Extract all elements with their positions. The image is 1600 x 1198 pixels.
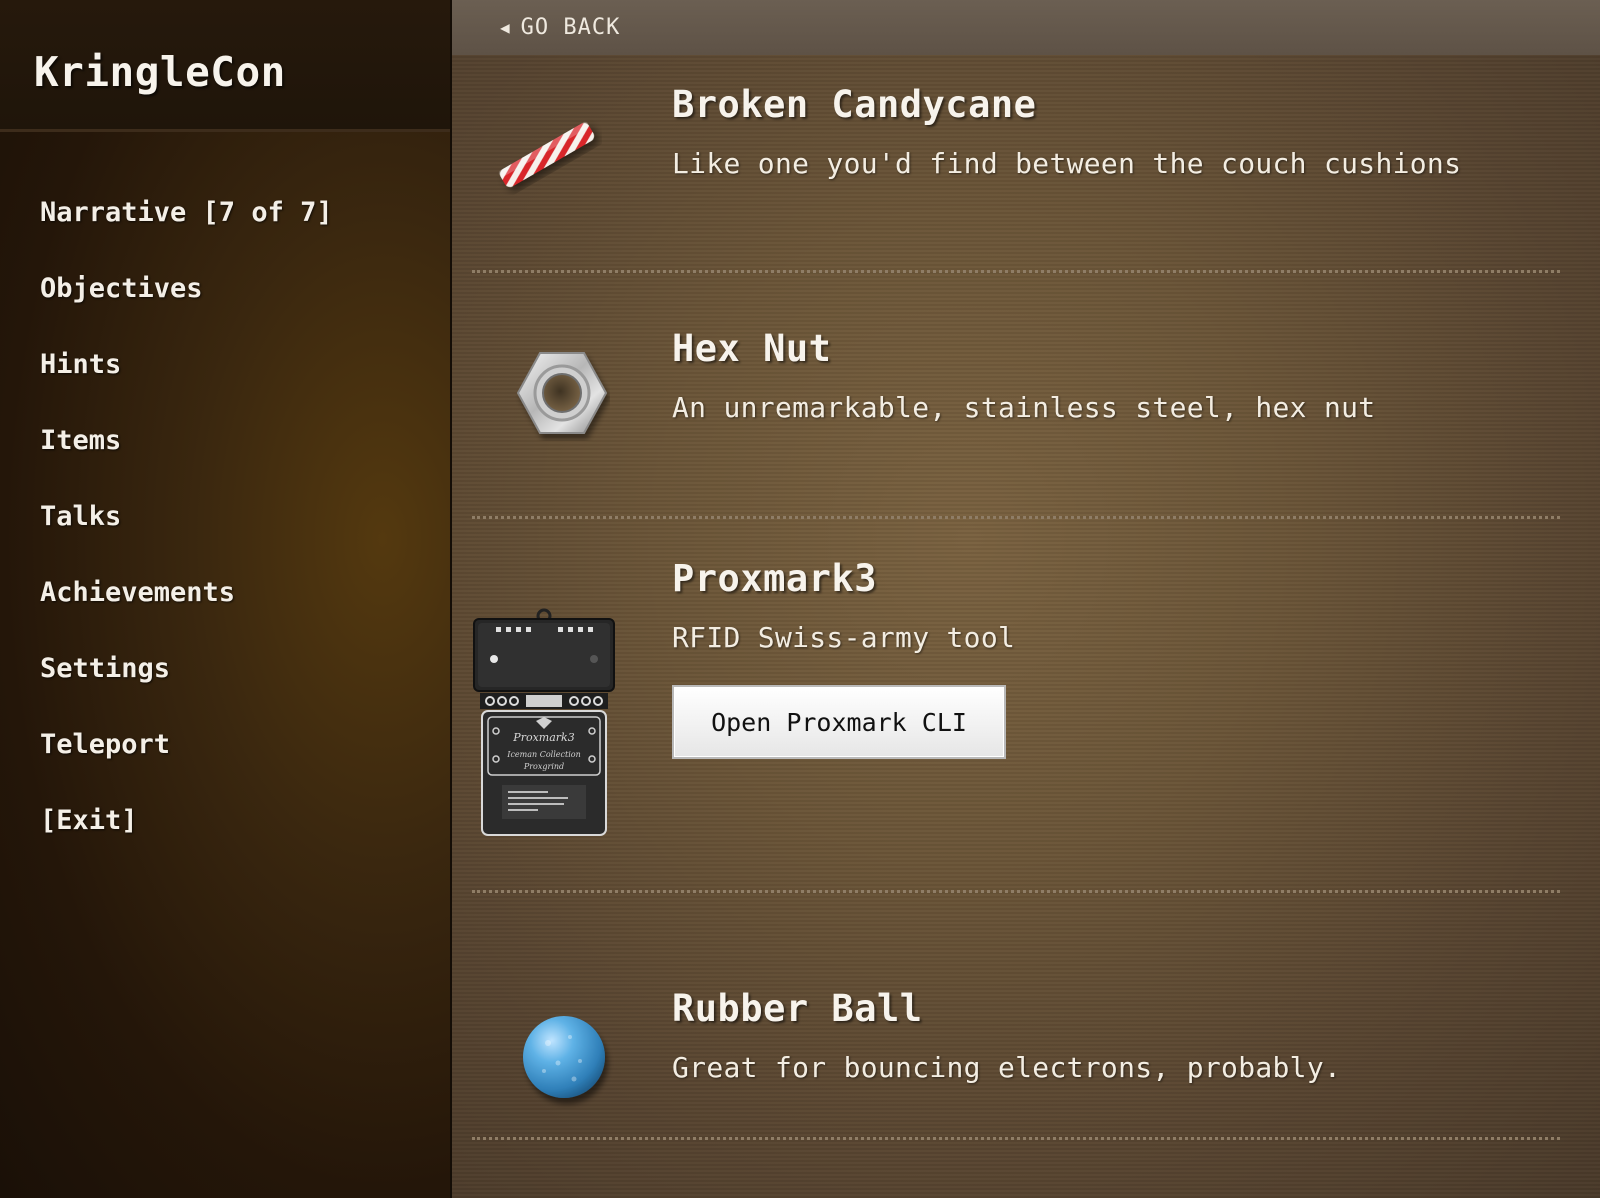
- sidebar-item-teleport[interactable]: Teleport: [40, 722, 333, 798]
- item-description: An unremarkable, stainless steel, hex nu…: [672, 391, 1376, 424]
- list-item-hex-nut: Hex Nut An unremarkable, stainless steel…: [472, 273, 1560, 519]
- sidebar-item-talks[interactable]: Talks: [40, 494, 333, 570]
- open-proxmark-cli-button[interactable]: Open Proxmark CLI: [672, 685, 1006, 759]
- items-panel: ◀ GO BACK Broken Candycane Like one you'…: [452, 0, 1600, 1198]
- list-item-rubber-ball: Rubber Ball Great for bouncing electrons…: [472, 893, 1560, 1140]
- hex-nut-icon: [514, 345, 610, 445]
- sidebar-item-achievements[interactable]: Achievements: [40, 570, 333, 646]
- hex-nut-text: Hex Nut An unremarkable, stainless steel…: [672, 327, 1530, 425]
- device-sublabel: Iceman Collection: [506, 750, 580, 759]
- rubber-ball-text: Rubber Ball Great for bouncing electrons…: [672, 987, 1530, 1085]
- item-name: Rubber Ball: [672, 987, 923, 1030]
- sidebar-item-exit[interactable]: [Exit]: [40, 798, 333, 874]
- sidebar: KringleCon Narrative [7 of 7] Objectives…: [0, 0, 452, 1198]
- candycane-text: Broken Candycane Like one you'd find bet…: [672, 83, 1530, 181]
- item-name: Hex Nut: [672, 327, 832, 370]
- item-list: Broken Candycane Like one you'd find bet…: [472, 55, 1560, 1140]
- brand-title: KringleCon: [34, 48, 286, 96]
- candycane-icon: [492, 115, 602, 199]
- triangle-left-icon: ◀: [500, 18, 511, 37]
- app-window: KringleCon Narrative [7 of 7] Objectives…: [0, 0, 1600, 1198]
- sidebar-item-hints[interactable]: Hints: [40, 342, 333, 418]
- top-bar: ◀ GO BACK: [452, 0, 1600, 55]
- rubber-ball-icon: [518, 1013, 614, 1113]
- item-description: RFID Swiss-army tool: [672, 621, 1016, 654]
- go-back-label: GO BACK: [520, 15, 621, 40]
- sidebar-item-narrative[interactable]: Narrative [7 of 7]: [40, 190, 333, 266]
- brand-header: KringleCon: [0, 0, 450, 132]
- item-description: Great for bouncing electrons, probably.: [672, 1051, 1342, 1084]
- list-item-proxmark3: Proxmark3 Iceman Collection Proxgrind Pr…: [472, 519, 1560, 893]
- go-back-button[interactable]: ◀ GO BACK: [500, 15, 620, 40]
- device-label: Proxmark3: [512, 731, 574, 744]
- sidebar-item-items[interactable]: Items: [40, 418, 333, 494]
- item-name: Proxmark3: [672, 557, 877, 600]
- item-description: Like one you'd find between the couch cu…: [672, 147, 1462, 180]
- device-sublabel2: Proxgrind: [523, 762, 564, 771]
- sidebar-nav: Narrative [7 of 7] Objectives Hints Item…: [40, 190, 333, 874]
- list-item-candycane: Broken Candycane Like one you'd find bet…: [472, 55, 1560, 273]
- sidebar-item-objectives[interactable]: Objectives: [40, 266, 333, 342]
- sidebar-item-settings[interactable]: Settings: [40, 646, 333, 722]
- proxmark-device-icon: Proxmark3 Iceman Collection Proxgrind: [472, 607, 616, 843]
- item-name: Broken Candycane: [672, 83, 1037, 126]
- proxmark3-text: Proxmark3 RFID Swiss-army tool Open Prox…: [672, 557, 1530, 759]
